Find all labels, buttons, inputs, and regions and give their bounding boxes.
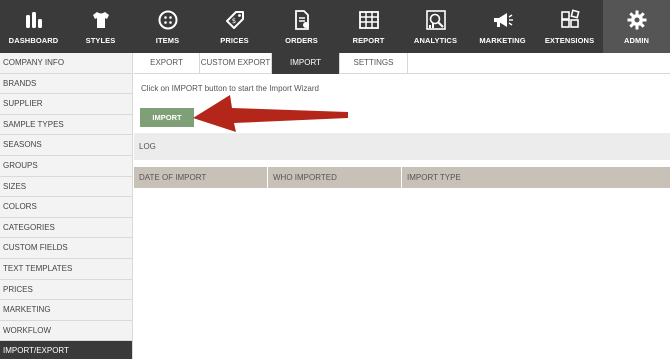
document-icon [291, 9, 313, 31]
sidebar-item-sample-types[interactable]: SAMPLE TYPES [0, 114, 132, 136]
sidebar-item-groups[interactable]: GROUPS [0, 155, 132, 177]
sidebar-item-seasons[interactable]: SEASONS [0, 135, 132, 156]
tab-export[interactable]: EXPORT [134, 53, 200, 74]
log-label: LOG [134, 133, 670, 160]
arrow-icon [193, 95, 348, 132]
sidebar-item-colors[interactable]: COLORS [0, 197, 132, 218]
megaphone-icon [492, 9, 514, 31]
nav-admin[interactable]: ADMIN [603, 0, 670, 53]
sidebar-item-sizes[interactable]: SIZES [0, 176, 132, 198]
nav-dashboard[interactable]: DASHBOARD [0, 0, 67, 53]
nav-label: EXTENSIONS [544, 36, 595, 45]
button-icon [157, 9, 179, 31]
nav-orders[interactable]: ORDERS [268, 0, 335, 53]
nav-label: DASHBOARD [8, 36, 59, 45]
sidebar-item-categories[interactable]: CATEGORIES [0, 217, 132, 239]
gear-icon [626, 9, 648, 31]
svg-text:$: $ [231, 17, 235, 25]
dashboard-icon [23, 9, 45, 31]
nav-label: ADMIN [623, 36, 650, 45]
nav-extensions[interactable]: EXTENSIONS [536, 0, 603, 53]
analytics-icon [425, 9, 447, 31]
import-log-table-header: DATE OF IMPORT WHO IMPORTED IMPORT TYPE [134, 167, 670, 188]
top-nav: DASHBOARD STYLES ITEMS $ PRICES ORDERS R… [0, 0, 670, 53]
sidebar-item-brands[interactable]: BRANDS [0, 73, 132, 95]
tab-bar: EXPORT CUSTOM EXPORT IMPORT SETTINGS [134, 53, 670, 74]
nav-prices[interactable]: $ PRICES [201, 0, 268, 53]
sidebar-item-custom-fields[interactable]: CUSTOM FIELDS [0, 238, 132, 259]
nav-label: STYLES [85, 36, 116, 45]
nav-label: ORDERS [285, 36, 318, 45]
nav-report[interactable]: REPORT [335, 0, 402, 53]
sidebar-item-marketing[interactable]: MARKETING [0, 300, 132, 321]
sidebar-item-import-export[interactable]: IMPORT/EXPORT [0, 341, 132, 359]
price-tag-icon: $ [224, 9, 246, 31]
nav-label: ITEMS [155, 36, 180, 45]
sidebar-item-company-info[interactable]: COMPANY INFO [0, 53, 132, 74]
sidebar-item-supplier[interactable]: SUPPLIER [0, 94, 132, 115]
table-icon [358, 9, 380, 31]
import-button[interactable]: IMPORT [140, 108, 194, 127]
tab-settings[interactable]: SETTINGS [340, 53, 408, 74]
nav-marketing[interactable]: MARKETING [469, 0, 536, 53]
sidebar: COMPANY INFO BRANDS SUPPLIER SAMPLE TYPE… [0, 53, 133, 359]
column-import-type: IMPORT TYPE [407, 173, 461, 182]
nav-items[interactable]: ITEMS [134, 0, 201, 53]
extensions-icon [559, 9, 581, 31]
column-who-imported: WHO IMPORTED [268, 167, 402, 188]
nav-label: MARKETING [479, 36, 526, 45]
sidebar-item-text-templates[interactable]: TEXT TEMPLATES [0, 258, 132, 280]
nav-label: ANALYTICS [413, 36, 458, 45]
nav-styles[interactable]: STYLES [67, 0, 134, 53]
nav-label: PRICES [220, 36, 249, 45]
column-date-of-import: DATE OF IMPORT [134, 167, 268, 188]
sidebar-item-workflow[interactable]: WORKFLOW [0, 320, 132, 342]
nav-analytics[interactable]: ANALYTICS [402, 0, 469, 53]
shirt-icon [90, 9, 112, 31]
tab-custom-export[interactable]: CUSTOM EXPORT [200, 53, 272, 74]
tab-import[interactable]: IMPORT [272, 53, 340, 74]
nav-label: REPORT [352, 36, 385, 45]
sidebar-item-prices[interactable]: PRICES [0, 279, 132, 301]
